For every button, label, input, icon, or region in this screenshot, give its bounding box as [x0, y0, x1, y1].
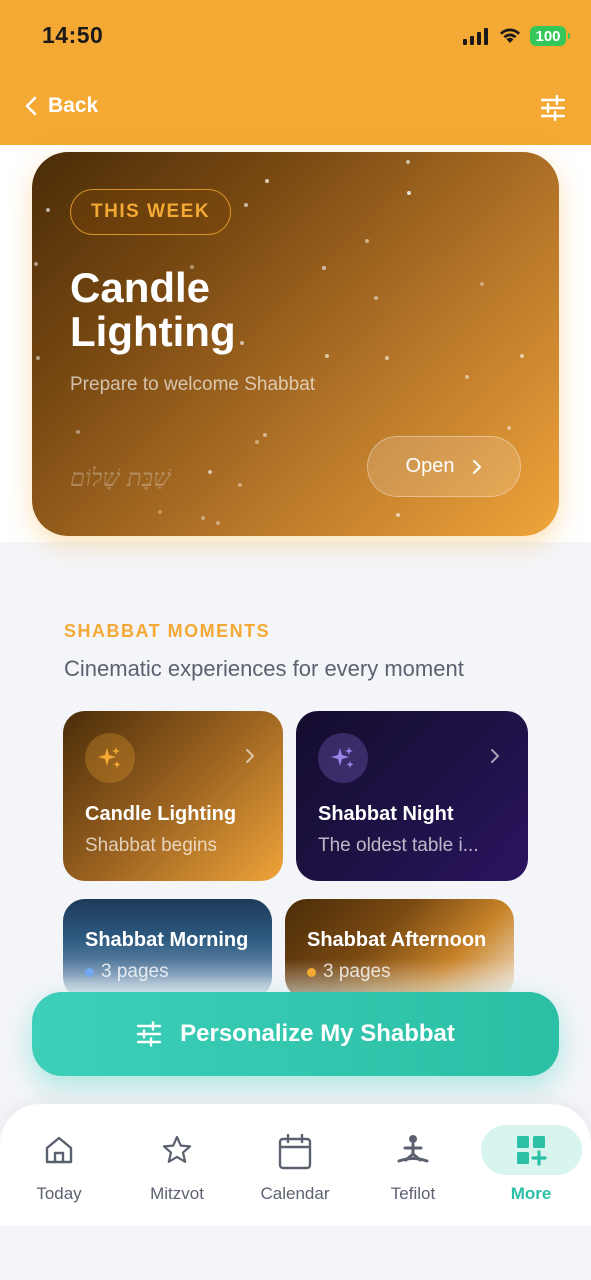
status-bar: 14:50 100 — [0, 0, 591, 72]
chevron-right-icon — [491, 749, 499, 763]
card-pages: 3 pages — [307, 961, 391, 983]
moment-card-shabbat-morning[interactable]: Shabbat Morning 3 pages — [63, 899, 272, 999]
tab-label: Tefilot — [390, 1184, 436, 1203]
tab-label: Calendar — [260, 1184, 330, 1203]
status-time: 14:50 — [42, 22, 104, 48]
sliders-icon — [136, 1021, 162, 1047]
pages-count: 3 pages — [101, 961, 169, 982]
card-description: Shabbat begins — [85, 835, 218, 856]
home-icon — [45, 1136, 73, 1164]
hero-badge: THIS WEEK — [70, 189, 232, 235]
hero-card[interactable]: THIS WEEK Candle Lighting Prepare to wel… — [32, 152, 559, 536]
tab-today[interactable]: Today — [0, 1104, 118, 1226]
tab-label: More — [510, 1184, 552, 1203]
tab-label: Today — [36, 1184, 82, 1203]
open-button[interactable]: Open — [367, 436, 521, 497]
chevron-left-icon — [25, 96, 37, 116]
status-dot — [307, 967, 316, 977]
moment-card-shabbat-night[interactable]: Shabbat Night The oldest table i... — [296, 711, 528, 881]
pages-count: 3 pages — [323, 961, 391, 982]
hero-title: Candle Lighting — [70, 264, 236, 355]
star-icon — [162, 1135, 192, 1163]
tab-bar: Today Mitzvot Calendar Tefilot More — [0, 1104, 591, 1226]
card-description: The oldest table i... — [318, 835, 479, 856]
sparkles-icon — [85, 733, 135, 783]
tab-label: Mitzvot — [150, 1184, 204, 1203]
chevron-right-icon — [473, 459, 482, 474]
hero-hebrew-text: שַׁבָּת שָׁלוֹם — [70, 464, 171, 492]
sparkles-icon — [318, 733, 368, 783]
card-title: Shabbat Morning — [85, 929, 249, 951]
card-title: Shabbat Afternoon — [307, 929, 487, 951]
section-subtitle: Cinematic experiences for every moment — [64, 656, 464, 681]
tab-tefilot[interactable]: Tefilot — [354, 1104, 472, 1226]
section-label: SHABBAT MOMENTS — [64, 621, 271, 641]
personalize-label: Personalize My Shabbat — [180, 1020, 455, 1047]
nav-bar: Back — [0, 72, 591, 145]
home-indicator-area — [0, 1226, 591, 1280]
card-pages: 3 pages — [85, 961, 169, 983]
hero-subtitle: Prepare to welcome Shabbat — [70, 374, 316, 395]
prayer-icon — [397, 1135, 429, 1163]
moment-card-shabbat-afternoon[interactable]: Shabbat Afternoon 3 pages — [285, 899, 514, 999]
moment-card-candle-lighting[interactable]: Candle Lighting Shabbat begins — [63, 711, 283, 881]
sliders-icon[interactable] — [539, 94, 567, 122]
tab-calendar[interactable]: Calendar — [236, 1104, 354, 1226]
status-dot — [85, 967, 94, 977]
calendar-icon — [278, 1134, 312, 1170]
battery-indicator: 100 — [530, 26, 570, 46]
back-label: Back — [48, 94, 99, 117]
grid-plus-icon — [517, 1136, 547, 1166]
tab-mitzvot[interactable]: Mitzvot — [118, 1104, 236, 1226]
chevron-right-icon — [246, 749, 254, 763]
card-title: Candle Lighting — [85, 803, 237, 825]
back-button[interactable]: Back — [24, 94, 98, 118]
signal-icon — [463, 28, 488, 45]
tab-more[interactable]: More — [472, 1104, 590, 1226]
wifi-icon — [500, 28, 520, 43]
personalize-button[interactable]: Personalize My Shabbat — [32, 992, 559, 1076]
open-label: Open — [405, 455, 455, 477]
card-title: Shabbat Night — [318, 803, 454, 825]
